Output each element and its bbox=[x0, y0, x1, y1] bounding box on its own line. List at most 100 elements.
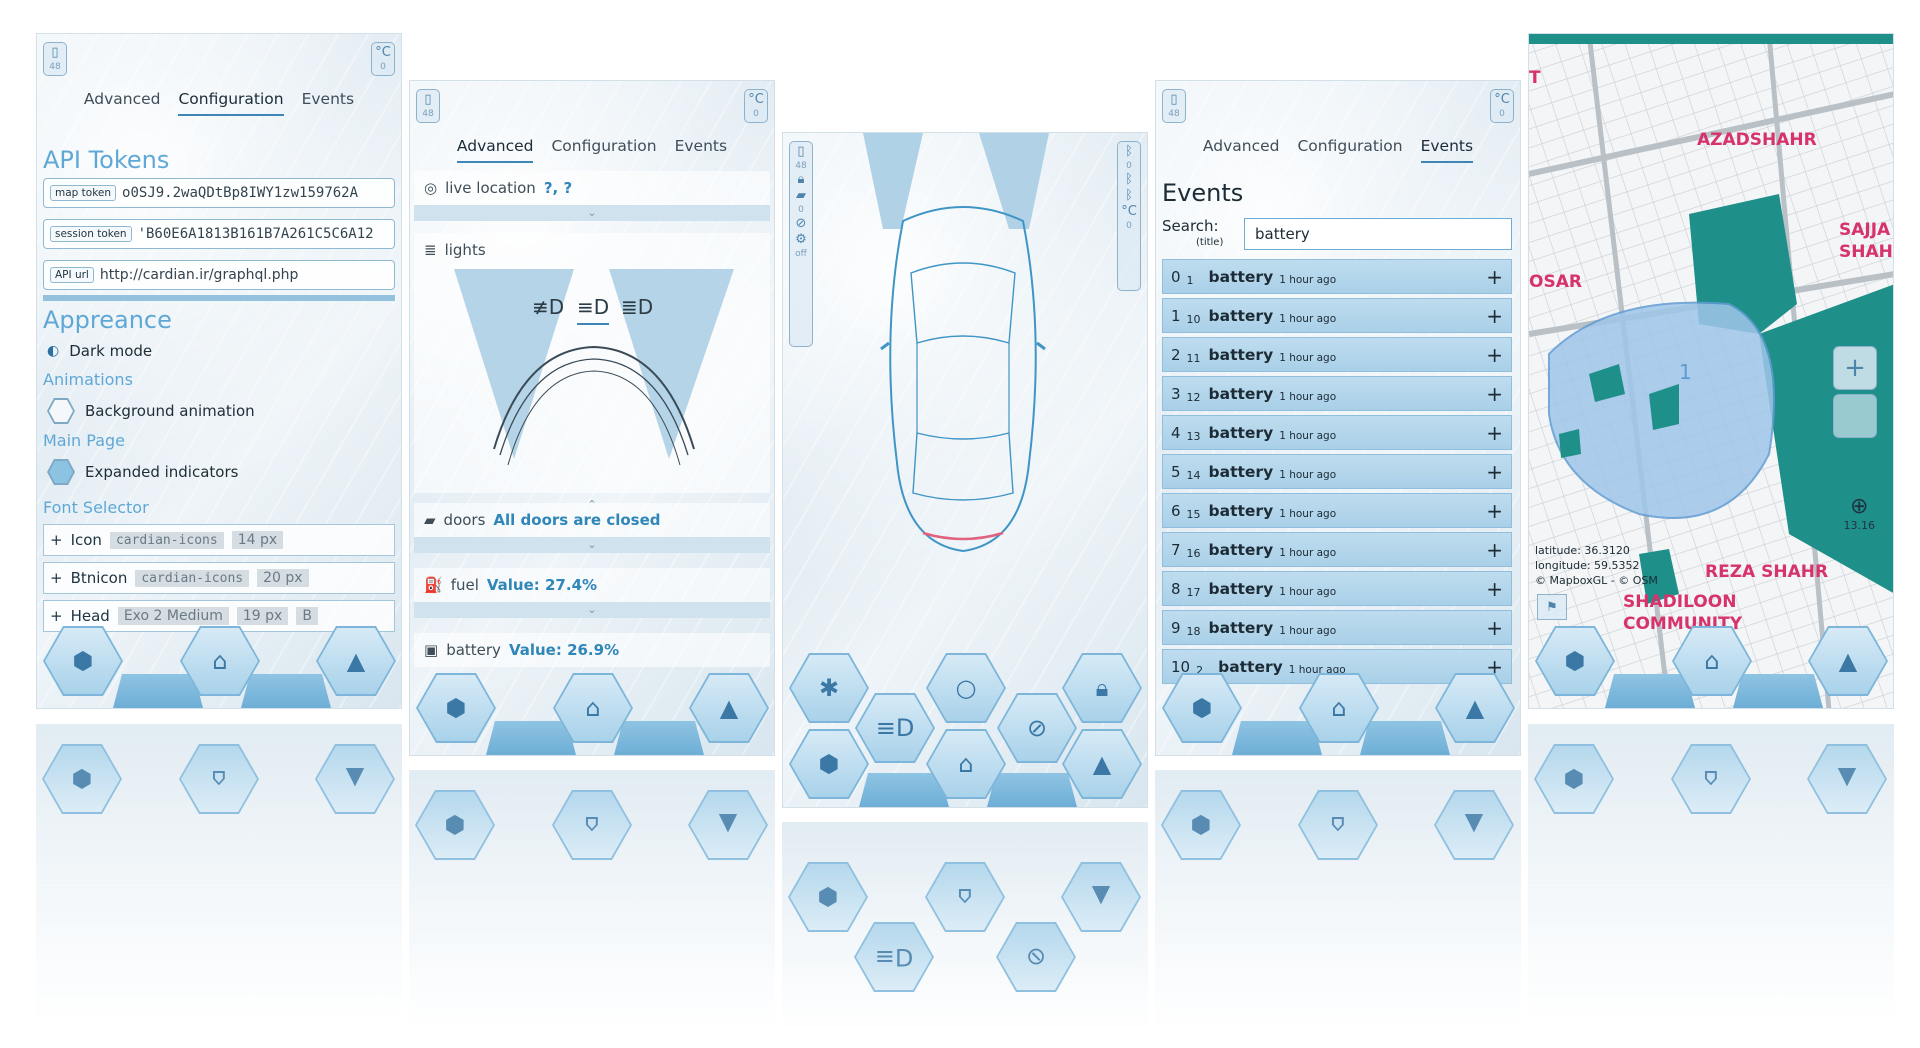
nav-cube-button[interactable]: ⬢ bbox=[1162, 673, 1242, 743]
event-subindex: 13 bbox=[1186, 429, 1201, 443]
doors-row[interactable]: ▰ doors All doors are closed ⌄ bbox=[414, 503, 770, 553]
map-label-shahi: SHAHI bbox=[1839, 242, 1894, 262]
nav-cube-button[interactable]: ⬢ bbox=[789, 729, 869, 799]
nav-connector bbox=[113, 674, 203, 708]
temperature-indicator[interactable]: °C 0 bbox=[744, 89, 768, 123]
tab-bar: Advanced Configuration Events bbox=[37, 90, 401, 116]
tab-configuration[interactable]: Configuration bbox=[178, 90, 284, 116]
event-row[interactable]: 2 11 battery 1 hour ago + bbox=[1162, 337, 1512, 372]
expand-chevron-icon[interactable]: ⌄ bbox=[414, 537, 770, 553]
nav-connector bbox=[987, 773, 1077, 807]
event-row[interactable]: 8 17 battery 1 hour ago + bbox=[1162, 571, 1512, 606]
lock-button[interactable]: 🔒︎ bbox=[1062, 653, 1142, 723]
battery-indicator[interactable]: ▯ 48 bbox=[43, 42, 67, 76]
event-index: 3 bbox=[1171, 384, 1181, 403]
bluetooth-button[interactable]: ✱ bbox=[789, 653, 869, 723]
nav-cube-button[interactable]: ⬢ bbox=[416, 673, 496, 743]
map-token-value: o0SJ9.2waQDtBp8IWY1zw159762A bbox=[122, 185, 359, 201]
session-token-label: session token bbox=[50, 226, 132, 242]
nav-up-button[interactable]: ▲ bbox=[316, 626, 396, 696]
nav-up-button[interactable]: ▲ bbox=[1062, 729, 1142, 799]
high-beam-icon[interactable]: ≡D bbox=[577, 295, 610, 325]
map-reflection: ⬢ ⌂ ▲ bbox=[1528, 724, 1894, 1024]
temperature-indicator[interactable]: °C 0 bbox=[1490, 89, 1514, 123]
expand-plus-icon[interactable]: + bbox=[50, 531, 63, 549]
nav-up-button[interactable]: ▲ bbox=[1808, 626, 1888, 696]
session-token-field[interactable]: session token 'B60E6A1813B161B7A261C5C6A… bbox=[43, 219, 395, 249]
event-subindex: 12 bbox=[1186, 390, 1201, 404]
nav-up-button[interactable]: ▲ bbox=[689, 673, 769, 743]
tab-advanced[interactable]: Advanced bbox=[1203, 137, 1280, 163]
tab-advanced[interactable]: Advanced bbox=[456, 137, 534, 163]
flag-button[interactable]: ⚑ bbox=[1537, 594, 1567, 620]
temperature-indicator[interactable]: °C 0 bbox=[371, 42, 395, 76]
low-beam-icon[interactable]: ≢D bbox=[532, 295, 564, 319]
expand-plus-icon[interactable]: + bbox=[1486, 577, 1503, 601]
event-row[interactable]: 0 1 battery 1 hour ago + bbox=[1162, 259, 1512, 294]
battery-row[interactable]: ▣ battery Value: 26.9% bbox=[414, 633, 770, 667]
expand-plus-icon[interactable]: + bbox=[1486, 421, 1503, 445]
map-token-field[interactable]: map token o0SJ9.2waQDtBp8IWY1zw159762A bbox=[43, 178, 395, 208]
zoom-out-button[interactable] bbox=[1833, 394, 1877, 438]
lights-button[interactable]: ≡D bbox=[855, 693, 935, 763]
event-subindex: 14 bbox=[1186, 468, 1201, 482]
expand-plus-icon[interactable]: + bbox=[50, 569, 63, 587]
zoom-in-button[interactable]: + bbox=[1833, 346, 1877, 390]
fog-light-icon[interactable]: ≣D bbox=[621, 295, 653, 319]
tab-events[interactable]: Events bbox=[675, 137, 727, 163]
reflected-hex: ⌂ bbox=[925, 862, 1005, 932]
nav-cube-button[interactable]: ⬢ bbox=[1535, 626, 1615, 696]
search-input[interactable]: battery bbox=[1244, 218, 1512, 250]
cube-icon: ⬢ bbox=[817, 883, 839, 911]
event-row[interactable]: 9 18 battery 1 hour ago + bbox=[1162, 610, 1512, 645]
background-animation-toggle[interactable]: Background animation bbox=[47, 398, 255, 424]
expand-chevron-icon[interactable]: ⌄ bbox=[414, 602, 770, 618]
expand-plus-icon[interactable]: + bbox=[1486, 382, 1503, 406]
event-row[interactable]: 1 10 battery 1 hour ago + bbox=[1162, 298, 1512, 333]
event-row[interactable]: 5 14 battery 1 hour ago + bbox=[1162, 454, 1512, 489]
car-reflection: ⬢ ⌂ ▲ ≡D ⊘ bbox=[782, 822, 1148, 1032]
expand-plus-icon[interactable]: + bbox=[1486, 538, 1503, 562]
map-attribution[interactable]: © MapboxGL - © OSM bbox=[1535, 574, 1658, 587]
expand-plus-icon[interactable]: + bbox=[1486, 343, 1503, 367]
map-label-shadiloon: SHADILOON bbox=[1623, 592, 1737, 612]
expand-plus-icon[interactable]: + bbox=[1486, 265, 1503, 289]
font-row-btnicon[interactable]: + Btnicon cardian-icons 20 px bbox=[43, 562, 395, 594]
event-row[interactable]: 7 16 battery 1 hour ago + bbox=[1162, 532, 1512, 567]
event-row[interactable]: 4 13 battery 1 hour ago + bbox=[1162, 415, 1512, 450]
bottom-hex-nav: ⬢ ⌂ ▲ bbox=[1529, 618, 1893, 708]
event-row[interactable]: 3 12 battery 1 hour ago + bbox=[1162, 376, 1512, 411]
nav-connector bbox=[486, 721, 576, 755]
alarm-button[interactable]: ⊘ bbox=[997, 693, 1077, 763]
fuel-row[interactable]: ⛽ fuel Value: 27.4% ⌄ bbox=[414, 568, 770, 618]
expand-plus-icon[interactable]: + bbox=[1486, 499, 1503, 523]
event-row[interactable]: 6 15 battery 1 hour ago + bbox=[1162, 493, 1512, 528]
battery-indicator[interactable]: ▯ 48 bbox=[416, 89, 440, 123]
events-heading: Events bbox=[1162, 179, 1244, 207]
expanded-indicators-toggle[interactable]: Expanded indicators bbox=[47, 459, 238, 485]
nav-up-button[interactable]: ▲ bbox=[1435, 673, 1515, 743]
expand-plus-icon[interactable]: + bbox=[1486, 616, 1503, 640]
circle-button[interactable]: ○ bbox=[926, 653, 1006, 723]
live-location-row[interactable]: ◎ live location ?, ? ⌄ bbox=[414, 171, 770, 221]
event-time: 1 hour ago bbox=[1279, 273, 1337, 286]
api-url-field[interactable]: API url http://cardian.ir/graphql.php bbox=[43, 260, 395, 290]
tab-configuration[interactable]: Configuration bbox=[551, 137, 656, 163]
expand-plus-icon[interactable]: + bbox=[1486, 460, 1503, 484]
compass-control[interactable]: ⊕ 13.16 bbox=[1844, 494, 1876, 532]
expand-chevron-icon[interactable]: ⌄ bbox=[414, 205, 770, 221]
longitude-readout: longitude: 59.5352 bbox=[1535, 559, 1640, 572]
search-sublabel: (title) bbox=[1196, 237, 1224, 248]
nav-cube-button[interactable]: ⬢ bbox=[43, 626, 123, 696]
tab-configuration[interactable]: Configuration bbox=[1297, 137, 1402, 163]
tab-events[interactable]: Events bbox=[1420, 137, 1474, 163]
lights-row[interactable]: ≣ lights ≢D ≡D ≣D ⌃ bbox=[414, 233, 770, 511]
reflected-hex: ⌂ bbox=[552, 790, 632, 860]
font-row-icon[interactable]: + Icon cardian-icons 14 px bbox=[43, 524, 395, 556]
dark-mode-toggle[interactable]: ◐ Dark mode bbox=[47, 342, 152, 360]
tab-events[interactable]: Events bbox=[302, 90, 354, 116]
battery-indicator[interactable]: ▯ 48 bbox=[1162, 89, 1186, 123]
tab-advanced[interactable]: Advanced bbox=[84, 90, 161, 116]
nav-connector bbox=[1733, 674, 1823, 708]
expand-plus-icon[interactable]: + bbox=[1486, 304, 1503, 328]
